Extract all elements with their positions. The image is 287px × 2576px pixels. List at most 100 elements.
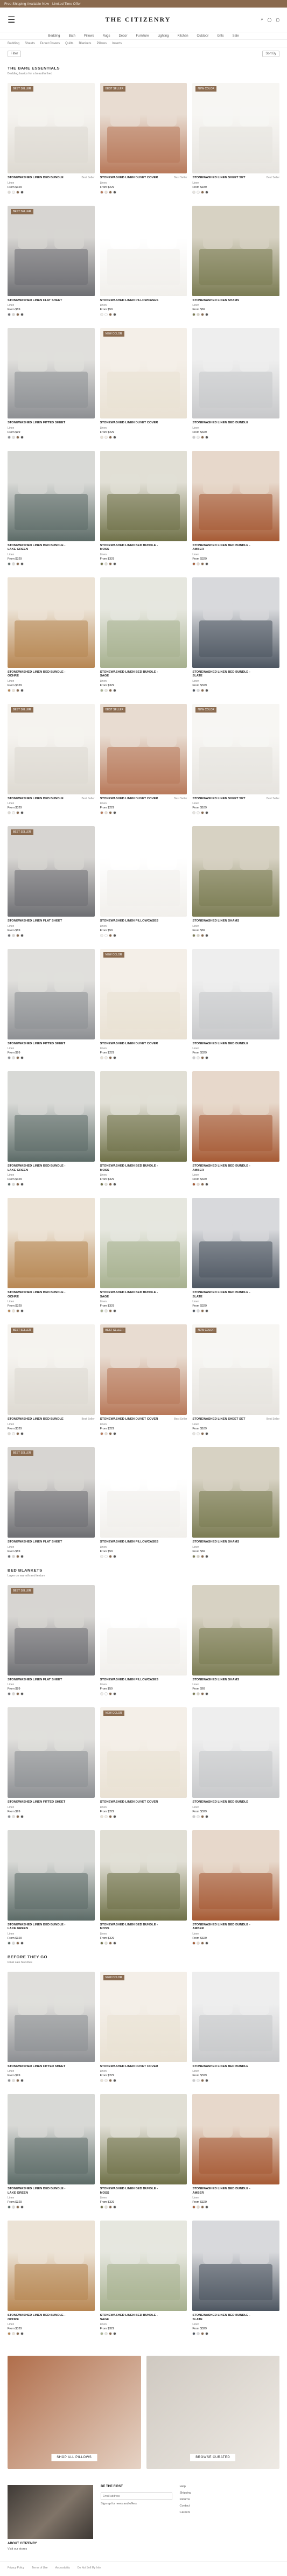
product-image[interactable] xyxy=(100,205,187,296)
color-swatch[interactable] xyxy=(201,811,205,815)
color-swatch[interactable] xyxy=(16,2079,19,2083)
product-image[interactable] xyxy=(8,1830,95,1921)
color-swatch[interactable] xyxy=(197,190,200,194)
product-name[interactable]: Stonewashed Linen Bed Bundle xyxy=(8,1418,64,1422)
legal-link[interactable]: Do Not Sell My Info xyxy=(78,2566,101,2570)
product-name[interactable]: Stonewashed Linen Fitted Sheet xyxy=(8,2065,65,2069)
color-swatch[interactable] xyxy=(197,562,200,566)
color-swatch[interactable] xyxy=(20,933,24,937)
product-card[interactable]: Stonewashed Linen Bed Bundle - Moss Linen… xyxy=(100,2094,187,2209)
color-swatch[interactable] xyxy=(201,1692,205,1696)
product-name[interactable]: Stonewashed Linen Duvet Cover xyxy=(100,421,158,425)
product-card[interactable]: Best Seller Stonewashed Linen Duvet Cover… xyxy=(100,83,187,194)
nav-item[interactable]: Outdoor xyxy=(197,34,209,38)
product-card[interactable]: Stonewashed Linen Bed Bundle - Moss Linen… xyxy=(100,1830,187,1945)
color-swatch[interactable] xyxy=(197,933,200,937)
color-swatch[interactable] xyxy=(16,1183,19,1186)
subnav-item[interactable]: Inserts xyxy=(112,42,122,45)
product-image[interactable] xyxy=(8,948,95,1039)
product-card[interactable]: Stonewashed Linen Shams Linen From $69 xyxy=(192,826,279,937)
color-swatch[interactable] xyxy=(113,562,116,566)
subnav-item[interactable]: Pillows xyxy=(96,42,107,45)
color-swatch[interactable] xyxy=(113,1432,116,1435)
color-swatch[interactable] xyxy=(12,1692,15,1696)
color-swatch[interactable] xyxy=(12,1554,15,1558)
product-name[interactable]: Stonewashed Linen Bed Bundle - Sage xyxy=(100,2314,161,2322)
nav-item[interactable]: Gifts xyxy=(217,34,223,38)
color-swatch[interactable] xyxy=(104,688,108,692)
color-swatch[interactable] xyxy=(108,2205,112,2209)
color-swatch[interactable] xyxy=(113,688,116,692)
color-swatch[interactable] xyxy=(100,1814,103,1818)
color-swatch[interactable] xyxy=(100,1309,103,1313)
product-image[interactable] xyxy=(100,1830,187,1921)
product-name[interactable]: Stonewashed Linen Bed Bundle - Slate xyxy=(192,2314,253,2322)
product-card[interactable]: Stonewashed Linen Pillowcases Linen From $… xyxy=(100,1584,187,1696)
color-swatch[interactable] xyxy=(100,933,103,937)
color-swatch[interactable] xyxy=(113,2079,116,2083)
color-swatch[interactable] xyxy=(20,1056,24,1060)
product-name[interactable]: Stonewashed Linen Bed Bundle - Moss xyxy=(100,2187,161,2195)
product-card[interactable]: Stonewashed Linen Bed Bundle - Sage Linen… xyxy=(100,2221,187,2336)
product-name[interactable]: Stonewashed Linen Flat Sheet xyxy=(8,299,62,303)
product-name[interactable]: Stonewashed Linen Bed Bundle - Lake Gree… xyxy=(8,544,68,552)
color-swatch[interactable] xyxy=(100,1056,103,1060)
color-swatch[interactable] xyxy=(192,1056,196,1060)
color-swatch[interactable] xyxy=(197,1814,200,1818)
footer-link[interactable]: Returns xyxy=(180,2498,280,2501)
color-swatch[interactable] xyxy=(100,688,103,692)
product-card[interactable]: Stonewashed Linen Pillowcases Linen From $… xyxy=(100,826,187,937)
color-swatch[interactable] xyxy=(197,1056,200,1060)
color-swatch[interactable] xyxy=(201,1309,205,1313)
color-swatch[interactable] xyxy=(201,562,205,566)
product-name[interactable]: Stonewashed Linen Bed Bundle - Moss xyxy=(100,544,161,552)
product-name[interactable]: Stonewashed Linen Bed Bundle - Lake Gree… xyxy=(8,1164,68,1172)
color-swatch[interactable] xyxy=(100,2332,103,2336)
color-swatch[interactable] xyxy=(20,1692,24,1696)
product-card[interactable]: New Color Stonewashed Linen Duvet Cover Li… xyxy=(100,1707,187,1818)
nav-item[interactable]: Kitchen xyxy=(178,34,188,38)
color-swatch[interactable] xyxy=(201,933,205,937)
color-swatch[interactable] xyxy=(192,1814,196,1818)
color-swatch[interactable] xyxy=(8,1554,11,1558)
product-card[interactable]: Best Seller Stonewashed Linen Duvet Cover… xyxy=(100,1324,187,1435)
product-name[interactable]: Stonewashed Linen Fitted Sheet xyxy=(8,421,65,425)
color-swatch[interactable] xyxy=(205,811,209,815)
subnav-item[interactable]: Sheets xyxy=(25,42,35,45)
color-swatch[interactable] xyxy=(192,811,196,815)
product-image[interactable] xyxy=(192,450,279,541)
color-swatch[interactable] xyxy=(108,1056,112,1060)
product-name[interactable]: Stonewashed Linen Bed Bundle - Amber xyxy=(192,1164,253,1172)
color-swatch[interactable] xyxy=(8,1183,11,1186)
color-swatch[interactable] xyxy=(205,2079,209,2083)
product-name[interactable]: Stonewashed Linen Bed Bundle - Ochre xyxy=(8,1291,68,1299)
color-swatch[interactable] xyxy=(104,1692,108,1696)
product-card[interactable]: Stonewashed Linen Bed Bundle Linen From $3… xyxy=(192,328,279,439)
product-image[interactable]: New Color xyxy=(100,948,187,1039)
color-swatch[interactable] xyxy=(8,1814,11,1818)
color-swatch[interactable] xyxy=(201,2205,205,2209)
product-card[interactable]: Stonewashed Linen Bed Bundle - Ochre Line… xyxy=(8,577,95,692)
product-name[interactable]: Stonewashed Linen Bed Bundle xyxy=(192,1042,248,1046)
color-swatch[interactable] xyxy=(108,2079,112,2083)
product-image[interactable]: Best Seller xyxy=(100,83,187,173)
color-swatch[interactable] xyxy=(108,1183,112,1186)
color-swatch[interactable] xyxy=(8,2332,11,2336)
product-image[interactable] xyxy=(192,1071,279,1162)
product-image[interactable] xyxy=(100,2221,187,2312)
legal-link[interactable]: Privacy Policy xyxy=(8,2566,24,2570)
color-swatch[interactable] xyxy=(113,2205,116,2209)
product-name[interactable]: Stonewashed Linen Shams xyxy=(192,919,239,924)
cta-button[interactable]: Shop All Pillows xyxy=(51,2454,97,2462)
color-swatch[interactable] xyxy=(104,1432,108,1435)
nav-item[interactable]: Sale xyxy=(233,34,239,38)
color-swatch[interactable] xyxy=(16,313,19,317)
color-swatch[interactable] xyxy=(113,190,116,194)
color-swatch[interactable] xyxy=(201,313,205,317)
color-swatch[interactable] xyxy=(197,435,200,439)
product-image[interactable]: Best Seller xyxy=(8,1324,95,1415)
color-swatch[interactable] xyxy=(8,1432,11,1435)
color-swatch[interactable] xyxy=(12,2079,15,2083)
color-swatch[interactable] xyxy=(16,190,19,194)
product-image[interactable] xyxy=(192,2221,279,2312)
